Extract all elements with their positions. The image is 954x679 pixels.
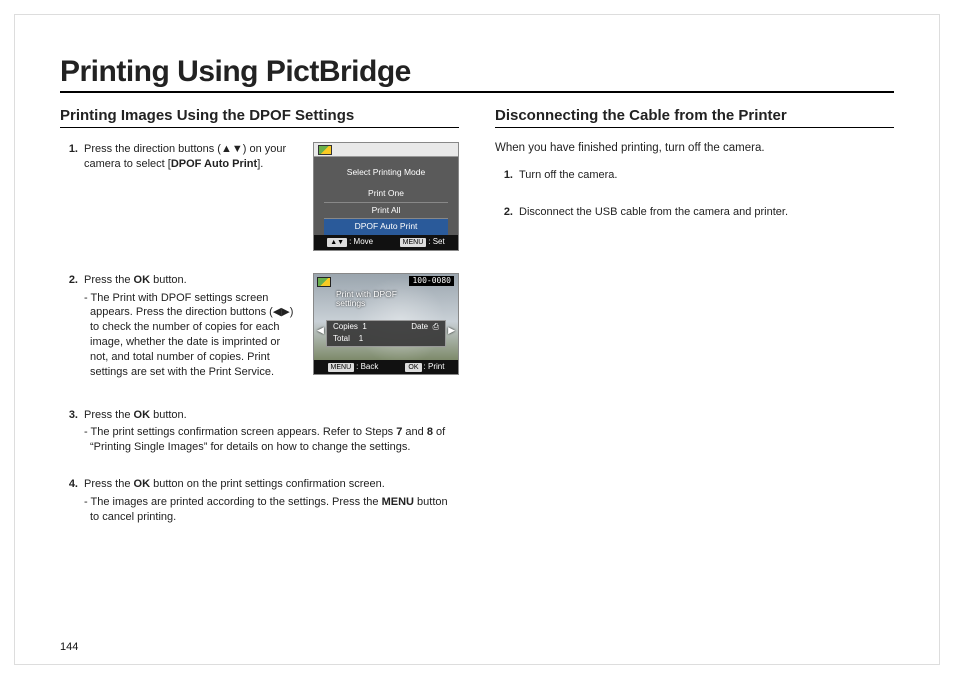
menu-tag-icon: MENU (328, 363, 355, 372)
right-arrow-icon: ▶ (448, 324, 455, 336)
step-number: 1. (60, 142, 78, 251)
step-text: Press the direction buttons (▲▼) on your… (84, 142, 299, 172)
bold-run: OK (134, 274, 151, 286)
lcd-hintbar: ▲▼: Move MENU: Set (314, 235, 458, 250)
step-item: 2. Press the OK button. The Print with D… (60, 273, 459, 380)
bold-run: OK (134, 478, 151, 490)
label: Date (411, 322, 428, 331)
lcd-option-selected: DPOF Auto Print (324, 219, 448, 234)
ok-tag-icon: OK (405, 363, 421, 372)
left-heading: Printing Images Using the DPOF Settings (60, 107, 459, 128)
step-number: 1. (495, 168, 513, 183)
lcd-option: Print One (324, 186, 448, 202)
left-arrow-icon: ◀ (317, 324, 324, 336)
step-number: 4. (60, 477, 78, 525)
lcd-option: Print All (324, 203, 448, 219)
step-item: 4. Press the OK button on the print sett… (60, 477, 459, 525)
page-number: 144 (60, 641, 78, 653)
step-item: 1. Turn off the camera. (495, 168, 894, 183)
text-run: and (402, 426, 426, 438)
value: 1 (359, 334, 363, 343)
text-run: ]. (257, 158, 263, 170)
step-item: 3. Press the OK button. The print settin… (60, 408, 459, 456)
bold-run: DPOF Auto Print (171, 158, 257, 170)
dpof-info-box: Copies 1 Date ⎙ Total 1 (326, 320, 446, 348)
text-run: Press the (84, 478, 134, 490)
step-text: Press the OK button on the print setting… (84, 477, 459, 492)
hint-text: : Set (428, 237, 444, 246)
lcd-titlebar (314, 143, 458, 157)
pictbridge-icon (318, 145, 332, 155)
text-run: button. (150, 274, 187, 286)
text-run: The print settings confirmation screen a… (91, 426, 397, 438)
left-steps: 1. Press the direction buttons (▲▼) on y… (60, 142, 459, 525)
lcd-body: 100-0080 Print with DPOF settings ◀ ▶ Co… (314, 274, 458, 360)
text-run: button. (150, 409, 187, 421)
lcd-overlay-label: Print with DPOF settings (336, 290, 397, 310)
step-text: Press the OK button. The Print with DPOF… (84, 273, 299, 380)
step-text: Turn off the camera. (519, 168, 894, 183)
lcd-screenshot-select-mode: Select Printing Mode Print One Print All… (313, 142, 459, 251)
text-run: The images are printed according to the … (91, 496, 382, 508)
step-sub: The images are printed according to the … (84, 495, 459, 525)
step-number: 3. (60, 408, 78, 456)
step-number: 2. (60, 273, 78, 380)
step-text: Press the OK button. (84, 408, 459, 423)
pictbridge-icon (317, 277, 331, 287)
lcd-hintbar: MENU: Back OK: Print (314, 360, 458, 375)
step-item: 2. Disconnect the USB cable from the cam… (495, 205, 894, 220)
bold-run: MENU (382, 496, 414, 508)
left-column: Printing Images Using the DPOF Settings … (60, 107, 459, 547)
label: Total (333, 334, 350, 343)
step-sub: The Print with DPOF settings screen appe… (84, 291, 299, 380)
step-sub: The print settings confirmation screen a… (84, 425, 459, 455)
right-heading: Disconnecting the Cable from the Printer (495, 107, 894, 128)
value: 1 (362, 322, 366, 331)
value: ⎙ (433, 322, 439, 331)
text-run: Press the (84, 409, 134, 421)
right-column: Disconnecting the Cable from the Printer… (495, 107, 894, 547)
two-column-layout: Printing Images Using the DPOF Settings … (60, 107, 894, 547)
hint-text: : Print (424, 362, 445, 371)
intro-text: When you have finished printing, turn of… (495, 142, 894, 154)
image-counter: 100-0080 (409, 276, 454, 287)
step-number: 2. (495, 205, 513, 220)
step-item: 1. Press the direction buttons (▲▼) on y… (60, 142, 459, 251)
lcd-body: Select Printing Mode Print One Print All… (314, 157, 458, 250)
hint-text: : Back (356, 362, 378, 371)
updown-icon: ▲▼ (327, 238, 347, 247)
text-run: button on the print settings confirmatio… (150, 478, 385, 490)
menu-tag-icon: MENU (400, 238, 427, 247)
hint-text: : Move (349, 237, 373, 246)
step-text: Disconnect the USB cable from the camera… (519, 205, 894, 220)
right-steps: 1. Turn off the camera. 2. Disconnect th… (495, 168, 894, 220)
bold-run: OK (134, 409, 151, 421)
lcd-screenshot-dpof: 100-0080 Print with DPOF settings ◀ ▶ Co… (313, 273, 459, 376)
page-title: Printing Using PictBridge (60, 55, 894, 93)
text-run: Press the (84, 274, 134, 286)
label: Copies (333, 322, 358, 331)
lcd-heading: Select Printing Mode (314, 163, 458, 186)
text-run: settings (336, 298, 365, 308)
